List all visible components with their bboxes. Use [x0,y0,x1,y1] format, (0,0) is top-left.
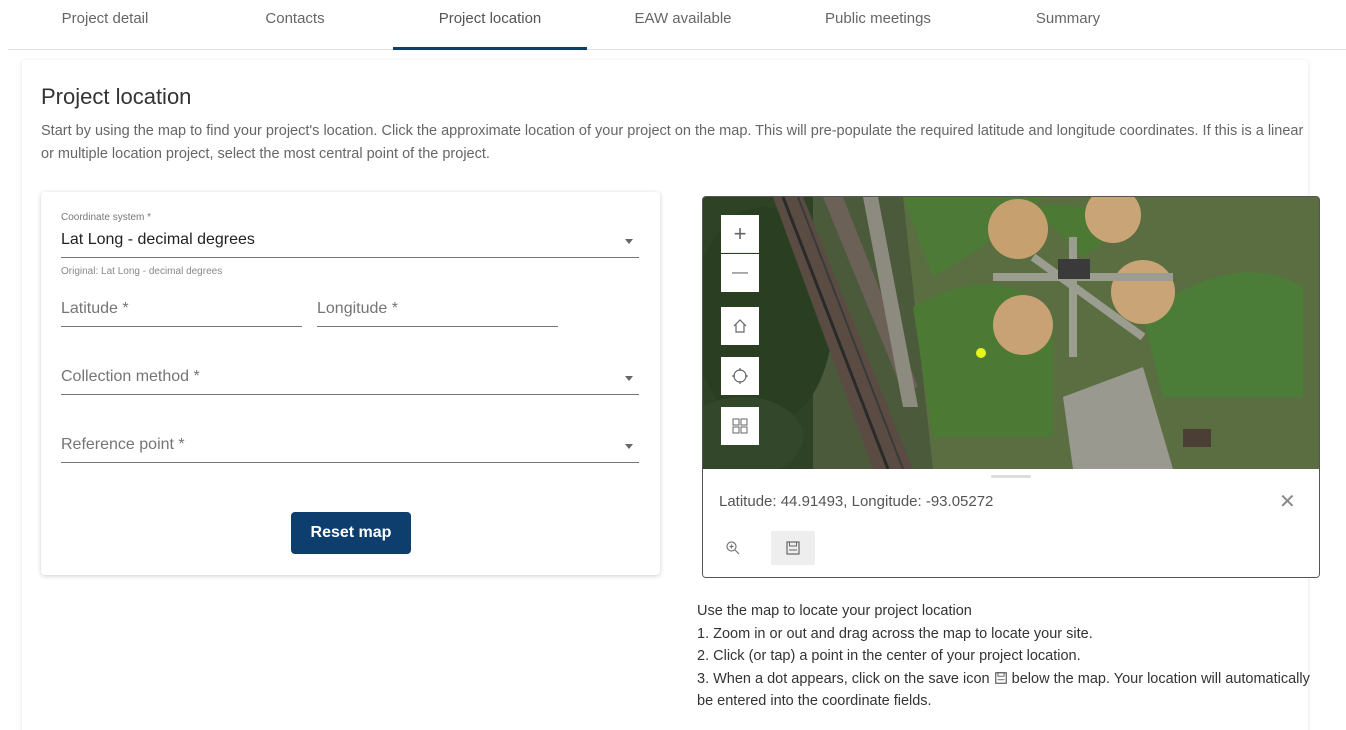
zoom-in-button[interactable]: + [721,215,759,253]
instructions-step-2: 2. Click (or tap) a point in the center … [697,648,1081,664]
coordinate-system-label: Coordinate system * [61,212,152,223]
tab-bar: Project detail Contacts Project location… [8,0,1346,50]
home-button[interactable] [721,307,759,345]
tab-contacts[interactable]: Contacts [230,10,360,50]
map-imagery [703,197,1319,469]
save-icon [994,671,1007,684]
home-icon [733,319,747,333]
instructions-step-1: 1. Zoom in or out and drag across the ma… [697,625,1093,642]
tab-public-meetings[interactable]: Public meetings [803,10,953,50]
map-instructions: Use the map to locate your project locat… [697,600,1327,713]
plus-icon: + [733,220,747,246]
zoom-to-icon [726,541,740,555]
instructions-heading: Use the map to locate your project locat… [697,603,972,619]
zoom-out-button[interactable]: — [721,254,759,292]
coordinate-system-hint: Original: Lat Long - decimal degrees [61,266,223,277]
page-title: Project location [41,84,192,109]
tab-project-detail[interactable]: Project detail [40,10,170,50]
latitude-placeholder: Latitude * [61,300,129,317]
reference-point-placeholder: Reference point * [61,436,185,453]
coordinate-system-select[interactable]: Lat Long - decimal degrees [61,226,639,258]
minus-icon: — [732,264,748,281]
collection-method-placeholder: Collection method * [61,368,200,385]
tab-summary[interactable]: Summary [1013,10,1123,50]
page-description: Start by using the map to find your proj… [41,123,1304,162]
location-popup: Latitude: 44.91493, Longitude: -93.05272… [703,469,1319,577]
instructions-step-3-text-before: 3. When a dot appears, click on the save… [697,670,990,687]
coordinate-system-value: Lat Long - decimal degrees [61,231,255,248]
locate-button[interactable] [721,357,759,395]
chevron-down-icon [625,376,633,381]
close-icon[interactable]: ✕ [1279,489,1296,514]
chevron-down-icon [625,239,633,244]
longitude-placeholder: Longitude * [317,300,398,317]
tab-eaw-available[interactable]: EAW available [613,10,753,50]
reset-map-button[interactable]: Reset map [291,512,411,554]
locate-icon [732,368,748,384]
instructions-step-3: 3. When a dot appears, click on the save… [697,668,1327,713]
popup-drag-handle[interactable] [991,475,1031,478]
latitude-field[interactable]: Latitude * [61,292,302,327]
save-icon [786,541,800,555]
chevron-down-icon [625,444,633,449]
tab-project-location[interactable]: Project location [393,10,587,50]
basemap-gallery-icon [732,418,748,434]
zoom-to-button[interactable] [711,531,755,565]
basemap-gallery-button[interactable] [721,407,759,445]
popup-coordinates: Latitude: 44.91493, Longitude: -93.05272 [719,493,994,510]
collection-method-select[interactable]: Collection method * [61,360,639,395]
reference-point-select[interactable]: Reference point * [61,428,639,463]
satellite-map[interactable]: + — [703,197,1319,469]
map-widget: + — Latitude: 44.91493, Longitude: -93.0… [702,196,1320,578]
save-button[interactable] [771,531,815,565]
longitude-field[interactable]: Longitude * [317,292,558,327]
